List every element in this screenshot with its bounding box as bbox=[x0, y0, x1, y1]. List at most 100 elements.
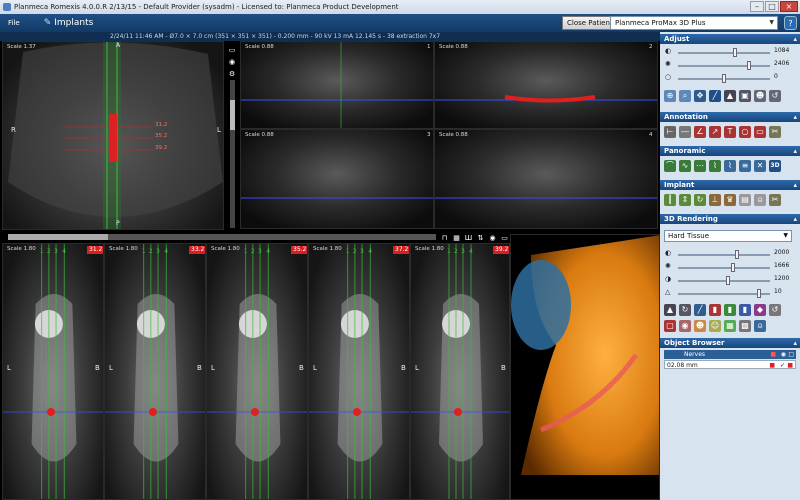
crown-icon[interactable]: ♛ bbox=[724, 194, 736, 206]
measure-icon[interactable]: ⇅ bbox=[476, 234, 485, 243]
color-icon[interactable]: ■ bbox=[769, 361, 775, 370]
gamma-slider[interactable]: ○ 0 bbox=[660, 73, 800, 83]
sagittal-scrollbar[interactable] bbox=[230, 80, 235, 228]
lock-icon[interactable]: ⊓ bbox=[440, 234, 449, 243]
slider-knob[interactable] bbox=[726, 276, 731, 285]
tooth-3d-icon[interactable]: ⍝ bbox=[754, 320, 766, 332]
implant-rotate-icon[interactable]: ↻ bbox=[694, 194, 706, 206]
adjust-section-header[interactable]: Adjust ▴ bbox=[660, 34, 800, 44]
cross-section-scrollbar[interactable] bbox=[8, 234, 436, 240]
visibility-icon[interactable]: ◉ bbox=[781, 350, 786, 359]
render-quality-slider[interactable]: △ 10 bbox=[660, 288, 800, 298]
slider-track[interactable] bbox=[678, 267, 770, 269]
implant-section-header[interactable]: Implant ▴ bbox=[660, 180, 800, 190]
rectangle-icon[interactable]: ▭ bbox=[754, 126, 766, 138]
clip-red-icon[interactable]: ▮ bbox=[709, 304, 721, 316]
settings-icon[interactable]: ⚙ bbox=[228, 70, 236, 78]
visibility-icon[interactable]: ✓ bbox=[780, 361, 785, 370]
window-level-icon[interactable]: ▲ bbox=[724, 90, 736, 102]
slider-knob[interactable] bbox=[735, 250, 740, 259]
nerve-icon[interactable]: ⌇ bbox=[709, 160, 721, 172]
angle-icon[interactable]: ∠ bbox=[694, 126, 706, 138]
clip-blue-icon[interactable]: ▮ bbox=[739, 304, 751, 316]
line-icon[interactable]: ― bbox=[679, 126, 691, 138]
render-reset-icon[interactable]: ↺ bbox=[769, 304, 781, 316]
render-threshold-slider[interactable]: ◑ 1200 bbox=[660, 275, 800, 285]
sagittal-view[interactable]: Scale 1.37 R L A P 31.2 35.2 39.2 bbox=[2, 41, 224, 230]
grid-icon[interactable]: ▩ bbox=[739, 320, 751, 332]
slider-knob[interactable] bbox=[757, 289, 762, 298]
crop-icon[interactable]: ▣ bbox=[739, 90, 751, 102]
cut-plane-icon[interactable]: ╱ bbox=[694, 304, 706, 316]
ruler-icon[interactable]: ⊢ bbox=[664, 126, 676, 138]
axial-view-1[interactable]: Scale 0.88 1 bbox=[240, 41, 434, 129]
clear-annotations-icon[interactable]: ✂ bbox=[769, 126, 781, 138]
annotation-section-header[interactable]: Annotation ▴ bbox=[660, 112, 800, 122]
object-item-nerve[interactable]: 02.08 mm ■ ✓ ■ bbox=[664, 360, 796, 369]
delete-icon[interactable]: ■ bbox=[787, 361, 793, 370]
3d-button[interactable]: 3D bbox=[769, 160, 781, 172]
panoramic-section-header[interactable]: Panoramic ▴ bbox=[660, 146, 800, 156]
camera-icon[interactable]: ◉ bbox=[679, 320, 691, 332]
nerve-trace-icon[interactable]: ⌇ bbox=[724, 160, 736, 172]
implant-icon[interactable]: Ш bbox=[464, 234, 473, 243]
skull-icon[interactable]: ☻ bbox=[754, 90, 766, 102]
color-icon[interactable]: ▦ bbox=[724, 320, 736, 332]
cross-section-view[interactable]: 1234 Scale 1.80 31.2 L B bbox=[2, 243, 104, 500]
3d-render-view[interactable] bbox=[510, 234, 660, 500]
tooth-icon[interactable]: ⍝ bbox=[754, 194, 766, 206]
layout-icon[interactable]: ▦ bbox=[452, 234, 461, 243]
help-button[interactable]: ? bbox=[784, 16, 797, 30]
skull-icon[interactable]: ☻ bbox=[694, 320, 706, 332]
slider-track[interactable] bbox=[678, 293, 770, 295]
delete-implant-icon[interactable]: ✂ bbox=[769, 194, 781, 206]
cross-section-view[interactable]: 1234 Scale 1.80 33.2 L B bbox=[104, 243, 206, 500]
clip-green-icon[interactable]: ▮ bbox=[724, 304, 736, 316]
axial-view-2[interactable]: Scale 0.88 2 bbox=[434, 41, 658, 129]
slider-track[interactable] bbox=[678, 52, 770, 54]
collapse-icon[interactable]: ▴ bbox=[793, 34, 797, 44]
color-icon[interactable]: ■ bbox=[770, 350, 776, 359]
contrast-slider[interactable]: ✺ 2406 bbox=[660, 60, 800, 70]
collapse-icon[interactable]: ▴ bbox=[793, 146, 797, 156]
cross-section-view[interactable]: 1234 Scale 1.80 37.2 L B bbox=[308, 243, 410, 500]
slider-knob[interactable] bbox=[732, 48, 737, 57]
pan-icon[interactable]: ✥ bbox=[694, 90, 706, 102]
slider-knob[interactable] bbox=[730, 263, 735, 272]
3d-rendering-section-header[interactable]: 3D Rendering ▴ bbox=[660, 214, 800, 224]
scrollbar-thumb[interactable] bbox=[230, 100, 235, 130]
slider-track[interactable] bbox=[678, 254, 770, 256]
scrollbar-thumb[interactable] bbox=[8, 234, 108, 240]
magnifier-icon[interactable]: ⌕ bbox=[679, 90, 691, 102]
arrow-icon[interactable]: ↗ bbox=[709, 126, 721, 138]
draw-icon[interactable]: ╱ bbox=[709, 90, 721, 102]
cross-section-view[interactable]: 1234 Scale 1.80 35.2 L B bbox=[206, 243, 308, 500]
histogram-icon[interactable]: ▲ bbox=[664, 304, 676, 316]
render-contrast-slider[interactable]: ✺ 1666 bbox=[660, 262, 800, 272]
curve-icon[interactable]: ⌒ bbox=[664, 160, 676, 172]
axial-view-4[interactable]: Scale 0.88 4 bbox=[434, 129, 658, 229]
collapse-icon[interactable]: ▴ bbox=[793, 338, 797, 348]
camera-icon[interactable]: ◉ bbox=[488, 234, 497, 243]
lock-icon[interactable]: □ bbox=[788, 350, 794, 359]
render-opacity-slider[interactable]: ◐ 2000 bbox=[660, 249, 800, 259]
object-browser-section-header[interactable]: Object Browser ▴ bbox=[660, 338, 800, 348]
device-select[interactable]: Planmeca ProMax 3D Plus ▼ bbox=[610, 16, 778, 30]
slider-knob[interactable] bbox=[746, 61, 751, 70]
circle-icon[interactable]: ○ bbox=[739, 126, 751, 138]
implants-module-tab[interactable]: ✎ Implants bbox=[44, 18, 94, 28]
collapse-icon[interactable]: ▴ bbox=[793, 180, 797, 190]
slider-track[interactable] bbox=[678, 65, 770, 67]
abutment-icon[interactable]: ⊥ bbox=[709, 194, 721, 206]
face-icon[interactable]: ☺ bbox=[709, 320, 721, 332]
maximize-view-icon[interactable]: ▭ bbox=[228, 46, 236, 54]
slider-knob[interactable] bbox=[722, 74, 726, 83]
close-window-button[interactable]: × bbox=[780, 1, 798, 12]
collapse-icon[interactable]: ▴ bbox=[793, 214, 797, 224]
cube-icon[interactable]: ◆ bbox=[754, 304, 766, 316]
maximize-button[interactable]: □ bbox=[765, 1, 779, 12]
reset-icon[interactable]: ↺ bbox=[769, 90, 781, 102]
implant-move-icon[interactable]: ⇕ bbox=[679, 194, 691, 206]
brightness-slider[interactable]: ◐ 1084 bbox=[660, 47, 800, 57]
rotate-3d-icon[interactable]: ↻ bbox=[679, 304, 691, 316]
